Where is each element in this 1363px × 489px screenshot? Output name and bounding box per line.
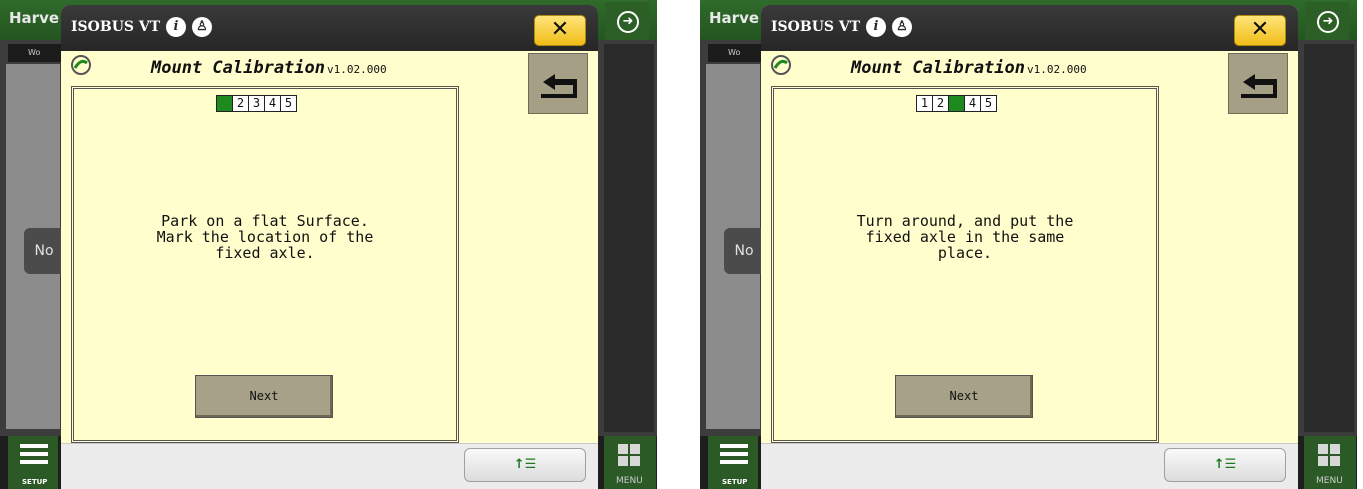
back-arrow-icon (1241, 74, 1277, 98)
back-button[interactable] (528, 53, 588, 114)
step-3: 3 (949, 96, 965, 111)
info-icon[interactable]: i (866, 17, 886, 37)
step-indicator: 1 2 3 4 5 (916, 95, 997, 112)
info-icon[interactable]: i (166, 17, 186, 37)
dialog-title: ISOBUS VT (71, 19, 161, 35)
vt-title-text: Mount Calibration (151, 58, 325, 78)
step-indicator: 1 2 3 4 5 (216, 95, 297, 112)
setup-button[interactable]: SETUP (8, 436, 58, 489)
display-screen-1: Harve ➜ Wo No SETUP MENU ISOBUS VT i ♙ ✕… (0, 0, 657, 489)
display-screen-2: Harve ➜ Wo No SETUP MENU ISOBUS VT i ♙ ✕… (700, 0, 1357, 489)
vt-version: v1.02.000 (1027, 63, 1087, 76)
background-tab: Wo (8, 44, 62, 62)
calibration-content-box: 1 2 3 4 5 Park on a flat Surface. Mark t… (71, 86, 459, 443)
menu-label: MENU (616, 476, 643, 486)
step-5: 5 (981, 96, 996, 111)
setup-label: SETUP (722, 478, 748, 486)
menu-button[interactable]: MENU (604, 436, 656, 489)
grid-menu-icon (618, 444, 640, 466)
background-go-button[interactable]: ➜ (1305, 2, 1349, 40)
menu-button[interactable]: MENU (1304, 436, 1356, 489)
back-arrow-icon (541, 74, 577, 98)
next-button[interactable]: Next (195, 375, 333, 418)
background-go-button[interactable]: ➜ (605, 2, 649, 40)
instruction-text: Turn around, and put the fixed axle in t… (856, 212, 1074, 262)
soft-key-list-button[interactable]: ↑☰ (464, 448, 586, 482)
step-4: 4 (965, 96, 981, 111)
vt-page-title: Mount Calibration v1.02.000 (151, 58, 387, 78)
background-title: Harve (9, 9, 60, 27)
step-3: 3 (249, 96, 265, 111)
isobus-vt-dialog: ISOBUS VT i ♙ ✕ Mount Calibration v1.02.0… (761, 5, 1298, 489)
vt-working-area: Mount Calibration v1.02.000 1 2 3 4 5 Tur… (761, 51, 1298, 443)
grid-menu-icon (1318, 444, 1340, 466)
dialog-header: ISOBUS VT i ♙ ✕ (61, 5, 598, 51)
dialog-title: ISOBUS VT (771, 19, 861, 35)
close-button[interactable]: ✕ (1234, 15, 1286, 46)
vt-working-area: Mount Calibration v1.02.000 1 2 3 4 5 Par… (61, 51, 598, 443)
arrow-right-icon: ➜ (617, 11, 639, 33)
vt-version: v1.02.000 (327, 63, 387, 76)
background-tab: Wo (708, 44, 762, 62)
vt-title-text: Mount Calibration (851, 58, 1025, 78)
implement-logo-icon (71, 55, 91, 75)
step-1: 1 (917, 96, 933, 111)
arrow-right-icon: ➜ (1317, 11, 1339, 33)
background-title: Harve (709, 9, 760, 27)
back-button[interactable] (1228, 53, 1288, 114)
dialog-footer: ↑☰ (61, 443, 598, 489)
next-button[interactable]: Next (895, 375, 1033, 418)
step-2: 2 (933, 96, 949, 111)
step-5: 5 (281, 96, 296, 111)
step-4: 4 (265, 96, 281, 111)
vt-page-title: Mount Calibration v1.02.000 (851, 58, 1087, 78)
person-info-icon[interactable]: ♙ (192, 17, 212, 37)
background-right-panel (604, 44, 654, 432)
dialog-footer: ↑☰ (761, 443, 1298, 489)
background-side-button[interactable]: No (724, 228, 764, 274)
person-info-icon[interactable]: ♙ (892, 17, 912, 37)
setup-button[interactable]: SETUP (708, 436, 758, 489)
menu-label: MENU (1316, 476, 1343, 486)
setup-label: SETUP (22, 478, 48, 486)
implement-logo-icon (771, 55, 791, 75)
instruction-text: Park on a flat Surface. Mark the locatio… (156, 212, 374, 262)
background-side-button[interactable]: No (24, 228, 64, 274)
checklist-icon (720, 444, 748, 468)
soft-key-list-button[interactable]: ↑☰ (1164, 448, 1286, 482)
step-2: 2 (233, 96, 249, 111)
checklist-icon (20, 444, 48, 468)
close-button[interactable]: ✕ (534, 15, 586, 46)
step-1: 1 (217, 96, 233, 111)
background-right-panel (1304, 44, 1354, 432)
dialog-header: ISOBUS VT i ♙ ✕ (761, 5, 1298, 51)
isobus-vt-dialog: ISOBUS VT i ♙ ✕ Mount Calibration v1.02.0… (61, 5, 598, 489)
calibration-content-box: 1 2 3 4 5 Turn around, and put the fixed… (771, 86, 1159, 443)
